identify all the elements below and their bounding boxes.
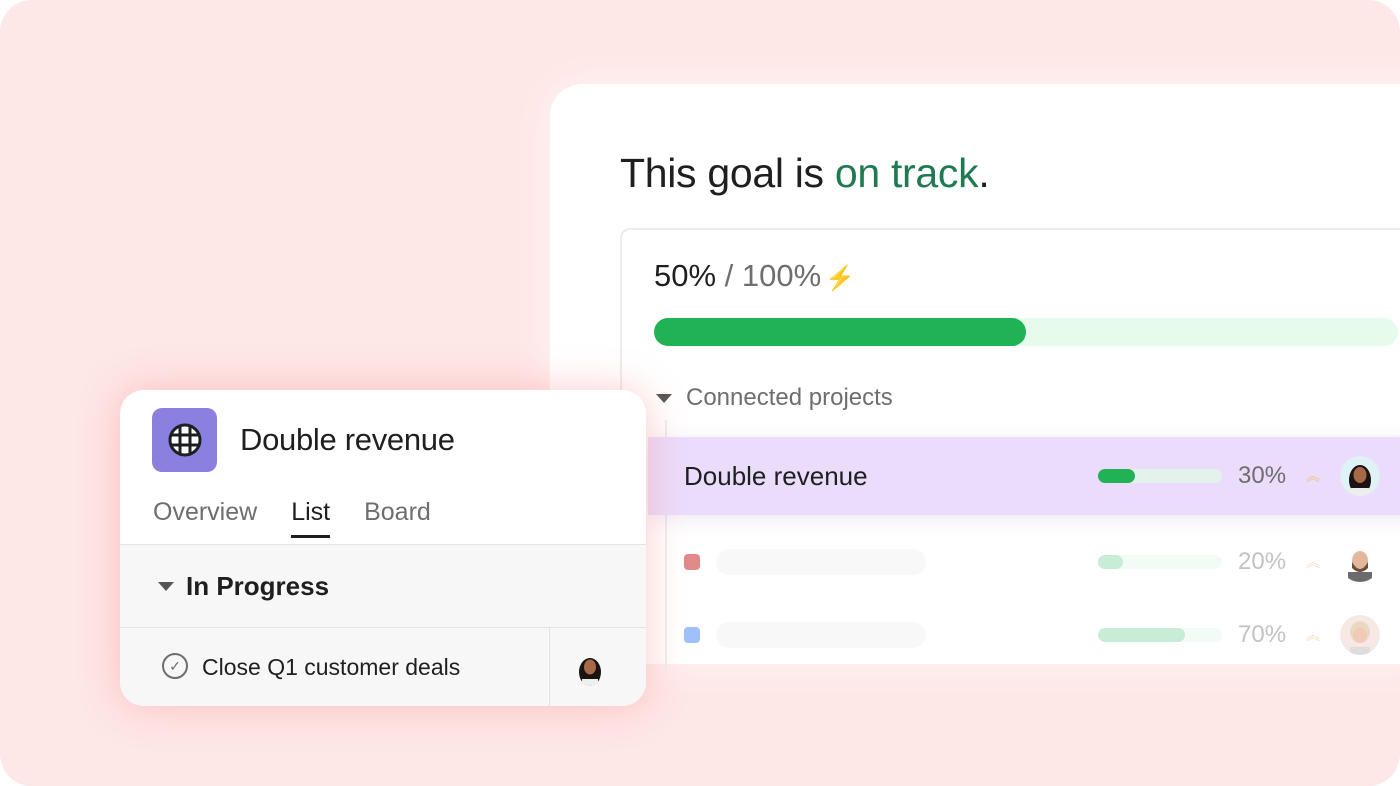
project-percent: 30% [1238,462,1287,489]
task-row[interactable]: ✓ Close Q1 customer deals [120,627,646,706]
tab-overview[interactable]: Overview [153,498,257,538]
task-name: Close Q1 customer deals [202,654,461,680]
project-name-placeholder [716,549,926,575]
project-color-dot [684,627,700,643]
goal-status: on track [834,150,979,196]
project-progress-fill [1098,555,1123,569]
goal-status-heading: This goal is on track. [620,150,990,196]
project-title: Double revenue [240,422,455,457]
project-progress-fill [1098,628,1185,642]
caret-down-icon [656,393,672,403]
tab-list[interactable]: List [291,498,331,538]
goal-progress-bar [654,318,1398,346]
section-header[interactable]: In Progress [158,571,329,602]
goal-progress-panel: 50% / 100% ⚡ Connected projects Double re… [620,228,1400,670]
project-row[interactable]: 20% ︽ [648,523,1400,601]
chevrons-up-icon: ︽ [1306,627,1320,643]
project-progress-bar [1098,469,1222,483]
project-progress-fill [1098,469,1136,483]
project-tabs: Overview List Board [153,498,431,538]
goal-panel: This goal is on track. 50% / 100% ⚡ Conne… [550,84,1400,670]
avatar [1340,615,1380,655]
globe-icon [152,408,217,472]
project-progress-bar [1098,555,1222,569]
project-row[interactable]: Double revenue 30% ︽ [648,437,1400,515]
project-color-dot [684,554,700,570]
lightning-icon: ⚡ [825,265,856,292]
assignee-avatar[interactable] [572,650,608,686]
chevrons-up-icon: ︽ [1306,554,1320,570]
goal-progress-text: 50% / 100% ⚡ [654,258,856,293]
check-circle-icon[interactable]: ✓ [162,653,188,679]
project-name-placeholder [716,622,926,648]
avatar [1340,456,1380,496]
column-divider [549,628,550,706]
section-in-progress: In Progress ✓ Close Q1 customer deals [120,544,646,706]
chevrons-up-icon: ︽ [1306,468,1320,484]
goal-progress-fill [654,318,1026,346]
caret-down-icon [158,582,174,591]
project-percent: 70% [1238,621,1287,648]
project-percent: 20% [1238,548,1287,575]
project-card: Double revenue Overview List Board In Pr… [120,390,646,706]
project-row[interactable]: 70% ︽ [648,596,1400,674]
connected-projects-toggle[interactable]: Connected projects [656,384,893,412]
tab-board[interactable]: Board [364,498,431,538]
avatar [1340,542,1380,582]
project-progress-bar [1098,628,1222,642]
